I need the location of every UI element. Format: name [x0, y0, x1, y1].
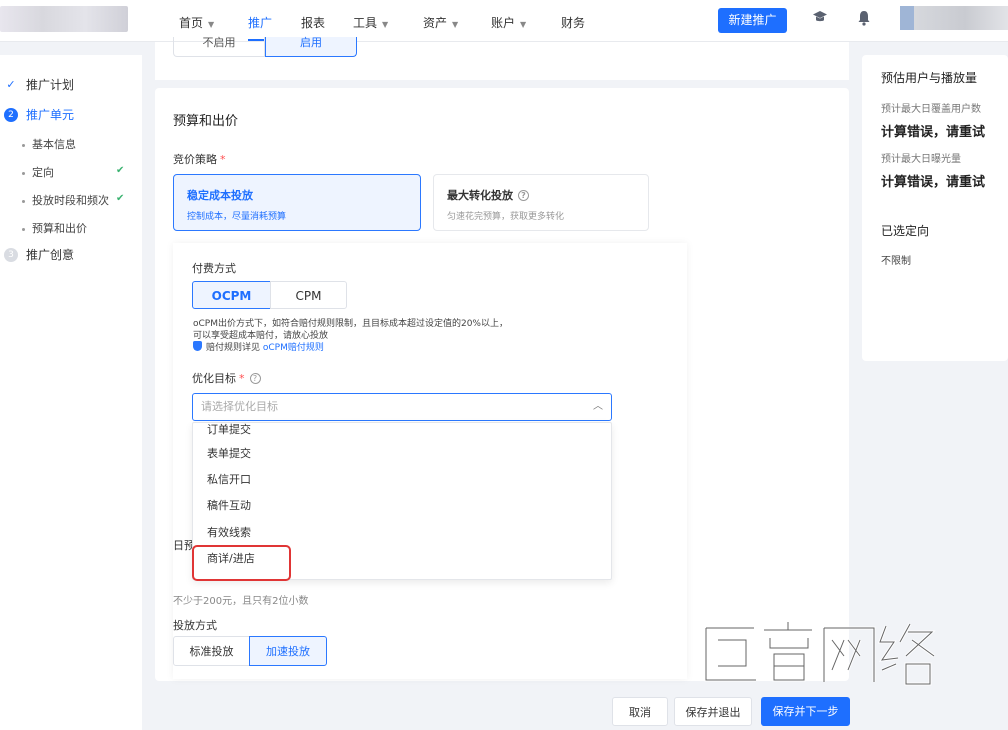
payment-ocpm-button[interactable]: OCPM: [192, 281, 271, 309]
check-icon: ✓: [6, 77, 16, 91]
goal-placeholder: 请选择优化目标: [201, 400, 278, 413]
nav-tools[interactable]: 工具 ▼: [353, 14, 388, 31]
section-title: 预算和出价: [173, 114, 239, 129]
step-number-icon: 2: [4, 107, 18, 122]
sidebar-item-basic-info[interactable]: 基本信息: [22, 136, 76, 152]
budget-bid-card: 预算和出价 竞价策略 * 稳定成本投放 控制成本，尽量消耗预算 最大转化投放? 匀…: [155, 88, 849, 681]
mode-label: 投放方式: [173, 619, 217, 632]
strategy-title: 最大转化投放?: [447, 187, 635, 203]
chevron-down-icon: ▼: [382, 20, 389, 29]
previous-section-card: 不启用 启用: [155, 37, 849, 80]
highlight-box: [192, 545, 291, 581]
watermark-logo: [704, 622, 936, 686]
strategy-label-text: 竞价策略: [173, 153, 217, 166]
estimate-panel: 预估用户与播放量 预计最大日覆盖用户数 计算错误，请重试 预计最大日曝光量 计算…: [862, 55, 1008, 361]
help-icon[interactable]: ?: [518, 190, 529, 201]
strategy-desc: 控制成本，尽量消耗预算: [187, 212, 287, 222]
nav-assets-label: 资产: [423, 16, 448, 30]
nav-home-label: 首页: [179, 16, 204, 30]
new-promotion-button[interactable]: 新建推广: [718, 8, 787, 33]
sidebar-step-plan-label: 推广计划: [26, 78, 75, 92]
help-icon[interactable]: ?: [249, 373, 261, 384]
nav-promotion-label: 推广: [248, 16, 273, 30]
goal-option[interactable]: 私信开口: [207, 471, 251, 487]
goal-label: 优化目标 *?: [192, 370, 261, 386]
strategy-stable-cost[interactable]: 稳定成本投放 控制成本，尽量消耗预算: [173, 174, 421, 231]
chevron-down-icon: ▼: [520, 20, 527, 29]
ocpm-rule-link[interactable]: oCPM赔付规则: [263, 343, 324, 353]
views-value: 计算错误，请重试: [881, 175, 986, 190]
goal-label-text: 优化目标: [192, 372, 236, 385]
sidebar-item-budget[interactable]: 预算和出价: [22, 220, 87, 236]
strategy-label: 竞价策略 *: [173, 151, 226, 167]
targeting-value: 不限制: [881, 256, 911, 267]
toggle-disable-button[interactable]: 不启用: [173, 37, 265, 57]
sidebar-step-creative[interactable]: 3 推广创意: [4, 246, 74, 263]
avatar[interactable]: [900, 6, 1008, 30]
sidebar-step-creative-label: 推广创意: [26, 248, 75, 262]
nav-home[interactable]: 首页 ▼: [179, 14, 214, 31]
users-value: 计算错误，请重试: [881, 125, 986, 140]
payment-label: 付费方式: [192, 262, 236, 275]
estimate-title: 预估用户与播放量: [881, 71, 978, 85]
nav-reports-label: 报表: [301, 16, 326, 30]
required-mark: *: [239, 372, 245, 385]
sidebar: ✓ 推广计划 2 推广单元 基本信息 定向 ✔ 投放时段和频次 ✔ 预算和出价 …: [0, 55, 142, 730]
toggle-enable-button[interactable]: 启用: [265, 37, 357, 57]
required-mark: *: [220, 153, 226, 166]
nav-account[interactable]: 账户 ▼: [491, 14, 526, 31]
goal-select[interactable]: 请选择优化目标 ︿: [192, 393, 612, 421]
sidebar-item-targeting[interactable]: 定向: [22, 164, 54, 180]
bell-icon[interactable]: [854, 10, 874, 30]
views-label: 预计最大日曝光量: [881, 154, 961, 165]
goal-option[interactable]: 有效线索: [207, 524, 251, 540]
goal-option[interactable]: 表单提交: [207, 445, 251, 461]
daily-budget-hint: 不少于200元，且只有2位小数: [173, 596, 309, 607]
check-icon: ✔: [116, 193, 125, 204]
sidebar-step-unit[interactable]: 2 推广单元: [4, 106, 74, 123]
payment-rule-prefix: 赔付规则详见: [206, 343, 261, 353]
mode-standard-button[interactable]: 标准投放: [173, 636, 250, 666]
nav-tools-label: 工具: [353, 16, 378, 30]
strategy-desc: 匀速花完预算，获取更多转化: [447, 212, 565, 222]
targeting-title: 已选定向: [881, 224, 930, 238]
step-number-icon: 3: [4, 247, 18, 262]
nav-assets[interactable]: 资产 ▼: [423, 14, 458, 31]
strategy-title-text: 最大转化投放: [447, 189, 513, 202]
mode-accelerated-button[interactable]: 加速投放: [249, 636, 327, 666]
nav-reports[interactable]: 报表: [301, 14, 325, 31]
chevron-down-icon: ▼: [208, 20, 215, 29]
users-label: 预计最大日覆盖用户数: [881, 104, 981, 115]
logo[interactable]: [0, 6, 128, 32]
sidebar-step-unit-label: 推广单元: [26, 108, 75, 122]
nav-account-label: 账户: [491, 16, 516, 30]
shield-icon: [193, 341, 202, 351]
top-nav: 首页 ▼ 推广 报表 工具 ▼ 资产 ▼ 账户 ▼ 财务 新建推广: [0, 0, 1008, 42]
sidebar-step-plan[interactable]: ✓ 推广计划: [4, 76, 74, 93]
save-exit-button[interactable]: 保存并退出: [674, 697, 752, 726]
chevron-down-icon: ▼: [452, 20, 459, 29]
strategy-max-conversion[interactable]: 最大转化投放? 匀速花完预算，获取更多转化: [433, 174, 649, 231]
graduation-cap-icon[interactable]: [810, 10, 830, 30]
cancel-button[interactable]: 取消: [612, 697, 668, 726]
sidebar-item-schedule[interactable]: 投放时段和频次: [22, 192, 109, 208]
nav-finance-label: 财务: [561, 16, 586, 30]
nav-finance[interactable]: 财务: [561, 14, 585, 31]
payment-cpm-button[interactable]: CPM: [270, 281, 347, 309]
check-icon: ✔: [116, 165, 125, 176]
nav-promotion[interactable]: 推广: [248, 14, 273, 41]
chevron-up-icon: ︿: [593, 401, 603, 412]
goal-option[interactable]: 稿件互动: [207, 497, 251, 513]
strategy-title: 稳定成本投放: [187, 189, 253, 202]
goal-option[interactable]: 订单提交: [207, 423, 251, 437]
payment-rule: 赔付规则详见 oCPM赔付规则: [193, 340, 324, 353]
save-next-button[interactable]: 保存并下一步: [761, 697, 850, 726]
